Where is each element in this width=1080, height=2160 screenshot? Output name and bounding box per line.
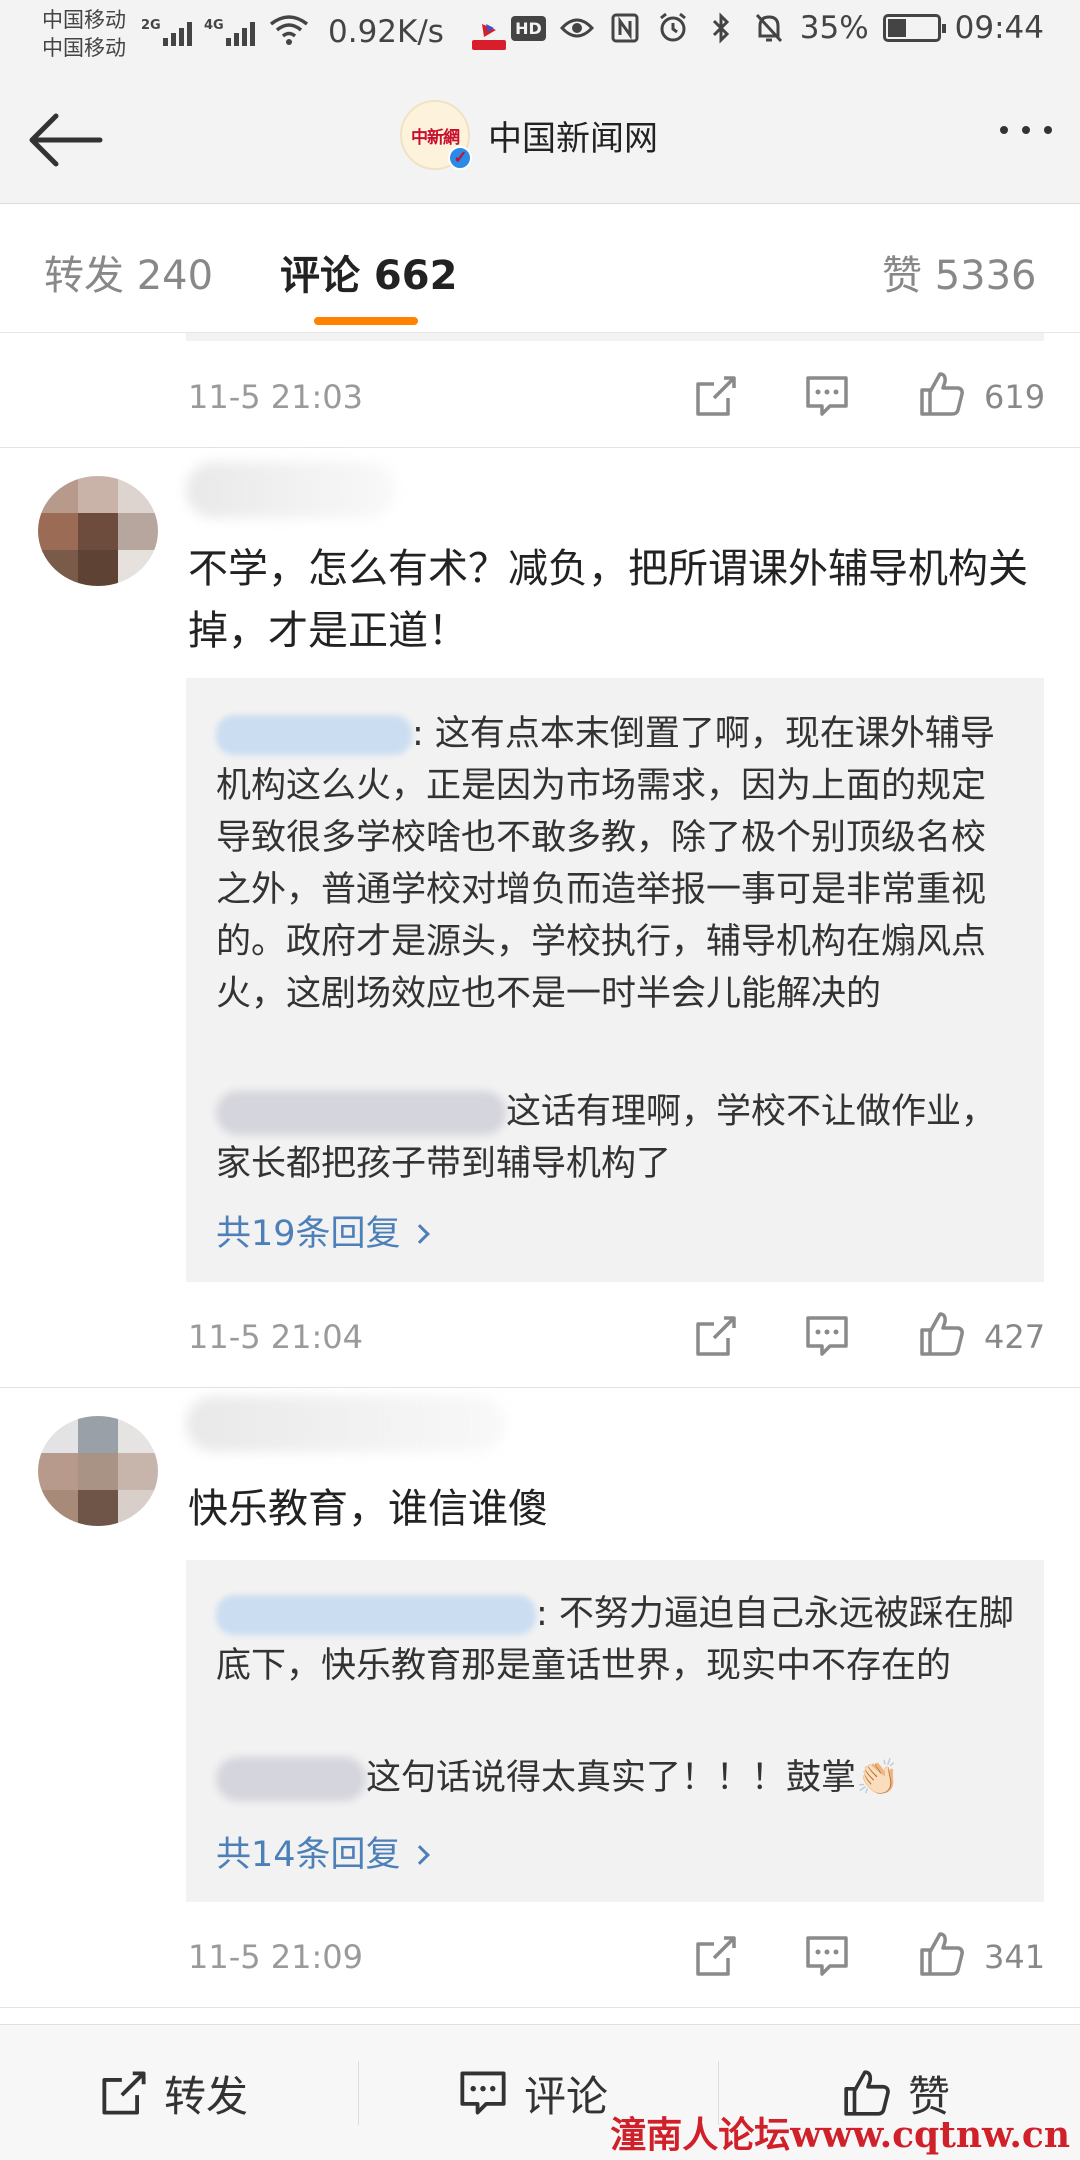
commenter-name-obscured[interactable] xyxy=(186,1396,506,1452)
comment-icon[interactable] xyxy=(804,1314,850,1358)
reply-author-obscured[interactable] xyxy=(216,1595,536,1635)
status-icons: HD 35% 09:44 xyxy=(511,10,1044,46)
reply-item[interactable]: 这句话说得太真实了！！！鼓掌👏🏻 xyxy=(216,1752,1016,1804)
comment-footer: 11-5 21:04 427 xyxy=(0,1292,1080,1382)
mute-bell-icon xyxy=(752,11,786,45)
commenter-avatar[interactable] xyxy=(38,1416,158,1526)
previous-reply-box-edge xyxy=(186,333,1044,341)
share-icon[interactable] xyxy=(694,1934,738,1978)
reply-text: 这句话说得太真实了！！！鼓掌👏🏻 xyxy=(366,1758,900,1798)
comment-divider xyxy=(0,2007,1080,2008)
repost-button[interactable]: 转发 xyxy=(100,2025,248,2160)
carrier-labels: 中国移动 中国移动 xyxy=(42,6,126,62)
logo-text: 中新網 xyxy=(411,127,460,148)
comment-footer: 11-5 21:09 341 xyxy=(0,1912,1080,2002)
bar-separator xyxy=(358,2061,359,2125)
network-type-2: 4G xyxy=(204,18,224,33)
commenter-avatar[interactable] xyxy=(38,476,158,586)
share-icon[interactable] xyxy=(694,374,738,418)
comment-icon xyxy=(460,2071,506,2115)
bluetooth-icon xyxy=(704,11,738,45)
account-name[interactable]: 中国新闻网 xyxy=(488,111,658,160)
comment-text: 不学，怎么有术？减负，把所谓课外辅导机构关掉，才是正道！ xyxy=(188,546,1028,654)
wifi-icon xyxy=(269,15,309,45)
reply-item[interactable]: : 不努力逼迫自己永远被踩在脚底下，快乐教育那是童话世界，现实中不存在的 xyxy=(216,1588,1016,1692)
back-arrow-icon[interactable] xyxy=(26,110,106,170)
comment-divider xyxy=(0,447,1080,448)
share-icon[interactable] xyxy=(694,1314,738,1358)
site-watermark: 潼南人论坛www.cqtnw.cn xyxy=(610,2114,1070,2156)
reply-item[interactable]: 这话有理啊，学校不让做作业，家长都把孩子带到辅导机构了 xyxy=(216,1086,1016,1190)
carrier-1: 中国移动 xyxy=(42,8,126,32)
active-tab-indicator xyxy=(314,317,418,325)
more-options-icon[interactable] xyxy=(1000,126,1052,134)
verified-badge-icon: ✓ xyxy=(448,146,472,170)
account-avatar[interactable]: 中新網 ✓ xyxy=(400,100,472,170)
hd-badge: HD xyxy=(511,15,546,41)
battery-icon xyxy=(882,14,946,42)
tab-likes[interactable]: 赞 5336 xyxy=(882,243,1037,301)
eye-icon xyxy=(559,11,594,45)
nfc-icon xyxy=(608,11,642,45)
reply-author-obscured[interactable] xyxy=(216,1757,366,1801)
reply-text: : 这有点本末倒置了啊，现在课外辅导机构这么火，正是因为市场需求，因为上面的规定… xyxy=(216,714,995,1014)
like-count: 341 xyxy=(984,1938,1046,1976)
view-more-replies-link[interactable]: 共19条回复 xyxy=(216,1205,430,1256)
chevron-right-icon xyxy=(409,1845,430,1865)
reply-item[interactable]: : 这有点本末倒置了啊，现在课外辅导机构这么火，正是因为市场需求，因为上面的规定… xyxy=(216,708,1016,1020)
comment-icon[interactable] xyxy=(804,1934,850,1978)
tab-reposts[interactable]: 转发 240 xyxy=(44,243,213,301)
repost-label: 转发 xyxy=(164,2071,249,2121)
chevron-right-icon xyxy=(409,1224,430,1244)
reply-author-obscured[interactable] xyxy=(216,1091,506,1135)
carrier-2: 中国移动 xyxy=(42,36,126,60)
comment-button[interactable]: 评论 xyxy=(458,2025,608,2160)
signal-4g-icon: 4G xyxy=(204,18,255,46)
view-more-replies-link[interactable]: 共14条回复 xyxy=(216,1826,430,1877)
clock: 09:44 xyxy=(954,10,1044,46)
network-speed: 0.92K/s xyxy=(328,14,444,50)
alarm-icon xyxy=(656,11,690,45)
top-nav-bar: 中新網 ✓ 中国新闻网 xyxy=(0,74,1080,204)
comment-time: 11-5 21:09 xyxy=(188,1938,364,1976)
comment-label: 评论 xyxy=(524,2071,609,2121)
reply-preview-box[interactable]: : 不努力逼迫自己永远被踩在脚底下，快乐教育那是童话世界，现实中不存在的 这句话… xyxy=(186,1560,1044,1902)
share-icon xyxy=(102,2071,146,2115)
status-bar: 中国移动 中国移动 2G 4G 0.92K/s HD 35% 09:44 xyxy=(0,0,1080,74)
battery-percent: 35% xyxy=(799,10,869,46)
interaction-tabs: 转发 240 评论 662 赞 5336 xyxy=(0,205,1080,333)
reply-preview-box[interactable]: : 这有点本末倒置了啊，现在课外辅导机构这么火，正是因为市场需求，因为上面的规定… xyxy=(186,678,1044,1282)
like-count: 619 xyxy=(984,378,1046,416)
like-thumb-icon[interactable] xyxy=(918,1930,966,1978)
like-count: 427 xyxy=(984,1318,1046,1356)
comment-icon[interactable] xyxy=(804,374,850,418)
account-header[interactable]: 中新網 ✓ 中国新闻网 xyxy=(400,100,658,170)
comment-text: 快乐教育，谁信谁傻 xyxy=(188,1486,548,1532)
network-signals: 2G 4G xyxy=(141,14,309,46)
reply-author-obscured[interactable] xyxy=(216,715,412,755)
commenter-name-obscured[interactable] xyxy=(186,462,396,518)
comment-divider xyxy=(0,1387,1080,1388)
app-notification-icon xyxy=(472,24,506,50)
network-type-1: 2G xyxy=(141,18,161,33)
signal-2g-icon: 2G xyxy=(141,18,192,46)
comment-time: 11-5 21:03 xyxy=(188,378,364,416)
comment-footer: 11-5 21:03 619 xyxy=(0,352,1080,442)
tab-comments[interactable]: 评论 662 xyxy=(280,243,457,301)
like-thumb-icon[interactable] xyxy=(918,370,966,418)
more-replies-label: 共19条回复 xyxy=(216,1214,401,1254)
like-thumb-icon[interactable] xyxy=(918,1310,966,1358)
comment-time: 11-5 21:04 xyxy=(188,1318,364,1356)
more-replies-label: 共14条回复 xyxy=(216,1835,401,1875)
